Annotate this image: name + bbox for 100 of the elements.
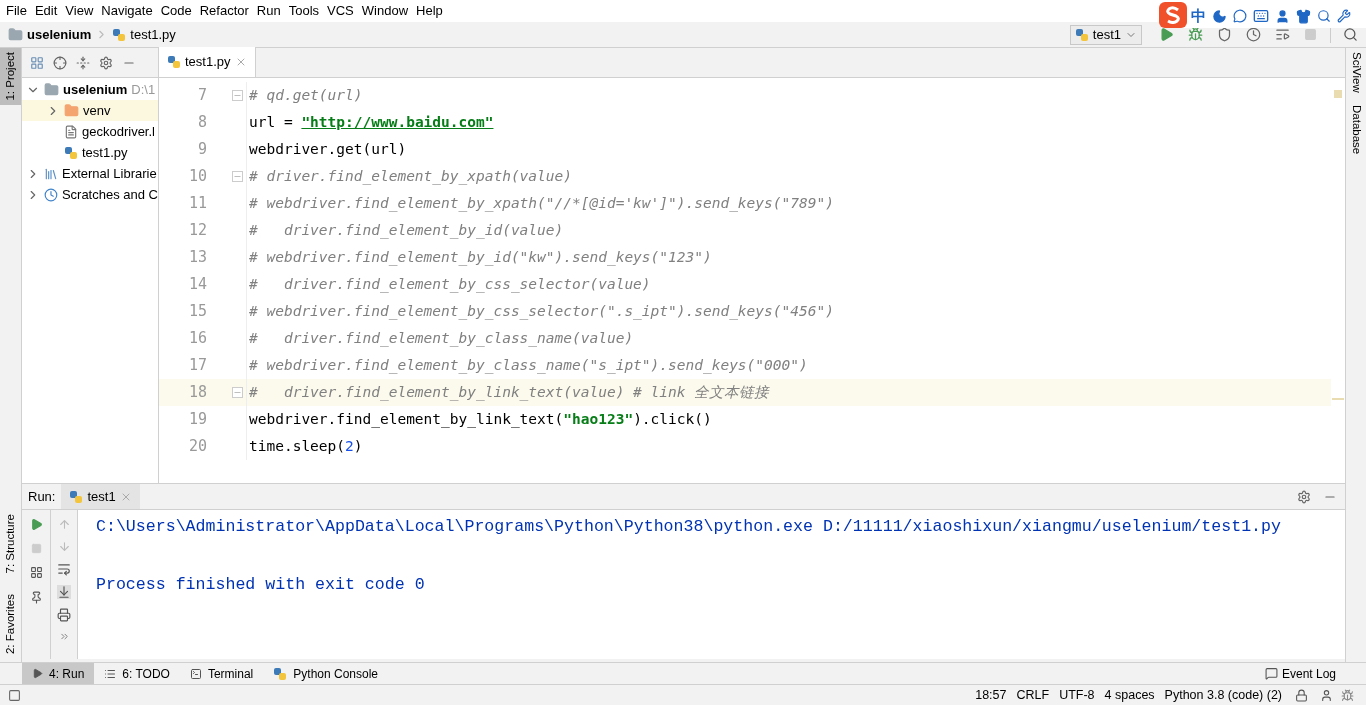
tree-item[interactable]: Scratches and C	[22, 184, 158, 205]
tool-window-tab[interactable]: 2: Favorites	[0, 589, 21, 658]
python-icon	[69, 489, 84, 504]
status-item[interactable]: 4 spaces	[1099, 685, 1160, 705]
editor-tab[interactable]: test1.py	[159, 47, 256, 77]
menu-item[interactable]: Edit	[30, 1, 62, 21]
bug-icon[interactable]	[1188, 27, 1203, 42]
user-icon[interactable]	[1275, 8, 1290, 24]
wrench-icon[interactable]	[1337, 9, 1351, 23]
menu-item[interactable]: Refactor	[195, 1, 253, 21]
settings-icon[interactable]	[99, 55, 113, 70]
shirt-icon[interactable]	[1296, 8, 1311, 24]
line-number: 18	[187, 382, 208, 404]
folder-icon	[64, 103, 79, 118]
library-icon	[44, 166, 58, 181]
search-icon[interactable]	[1343, 27, 1358, 42]
code-line: # webdriver.find_element_by_css_selector(".s_ipt").send_keys("456")	[248, 301, 834, 322]
menu-item[interactable]: View	[61, 1, 98, 21]
tool-window-tab[interactable]: Python Console	[263, 663, 389, 684]
moon-icon[interactable]	[1212, 8, 1227, 24]
python-icon	[112, 27, 127, 42]
settings-icon[interactable]	[1297, 489, 1311, 504]
inspection-marker	[1334, 90, 1342, 98]
menu-item[interactable]: Window	[357, 1, 413, 21]
breadcrumb-item[interactable]: test1.py	[130, 24, 176, 45]
project-path: D:\1	[131, 80, 156, 99]
line-number: 19	[187, 409, 208, 431]
line-number: 20	[187, 436, 208, 458]
status-item[interactable]: 18:57	[970, 685, 1012, 705]
console-output: C:\Users\Administrator\AppData\Local\Programs\Python\Python38\python.exe D:/11111/xiaoshixun/xiangmu/uselenium/test1.py	[96, 516, 1282, 538]
run-icon[interactable]	[1159, 27, 1174, 42]
tool-window-tab[interactable]: 6: TODO	[94, 663, 180, 684]
chat-icon	[1264, 667, 1278, 680]
tool-window-tab[interactable]: Database	[1347, 104, 1365, 154]
status-item[interactable]: CRLF	[1011, 685, 1055, 705]
menu-item[interactable]: Help	[412, 1, 447, 21]
line-number: 9	[196, 139, 208, 161]
run-icon	[32, 668, 43, 679]
line-number: 14	[187, 274, 208, 296]
ime-logo-icon[interactable]	[1159, 2, 1187, 28]
run-panel-title: Run:	[27, 487, 57, 506]
menu-item[interactable]: Tools	[284, 1, 324, 21]
breadcrumb-item[interactable]: uselenium	[27, 24, 92, 45]
ime-mode[interactable]: 中	[1191, 4, 1206, 28]
code-line: # webdriver.find_element_by_id("kw").send_keys("123")	[248, 247, 712, 268]
menu-item[interactable]: Run	[252, 1, 285, 21]
line-number: 13	[187, 247, 208, 269]
folder-icon	[44, 82, 59, 97]
layout-icon[interactable]	[29, 566, 43, 579]
tree-item[interactable]: geckodriver.l	[22, 121, 158, 142]
menu-item[interactable]: File	[2, 1, 31, 21]
line-number: 10	[187, 166, 208, 188]
line-number: 16	[187, 328, 208, 350]
code-line: # driver.find_element_by_class_name(value)	[248, 328, 634, 349]
run-icon[interactable]	[29, 518, 43, 531]
code-line: # driver.find_element_by_xpath(value)	[248, 166, 572, 187]
tree-item[interactable]: uselenium D:\1	[22, 79, 158, 100]
line-number: 7	[196, 85, 208, 107]
code-line: # driver.find_element_by_link_text(value) # link 全文本链接	[248, 382, 770, 403]
menu-item[interactable]: VCS	[323, 1, 358, 21]
folder-icon	[8, 27, 23, 42]
tool-window-tab[interactable]: 7: Structure	[0, 510, 21, 578]
search-icon[interactable]	[1317, 9, 1331, 23]
code-line: # webdriver.find_element_by_xpath("//*[@id='kw']").send_keys("789")	[248, 193, 834, 214]
tree-item[interactable]: External Librarie	[22, 163, 158, 184]
tool-window-tab[interactable]: 1: Project	[0, 48, 21, 105]
terminal-icon	[189, 667, 202, 680]
tool-window-tab[interactable]: Terminal	[179, 663, 264, 684]
lock-icon[interactable]	[1295, 688, 1308, 702]
code-line: # driver.find_element_by_css_selector(value)	[248, 274, 651, 295]
wrap-icon[interactable]	[57, 562, 71, 576]
run-tab[interactable]: test1	[61, 484, 140, 509]
keyboard-icon[interactable]	[1253, 8, 1269, 24]
tree-item[interactable]: test1.py	[22, 142, 158, 163]
python-icon	[167, 55, 181, 69]
tool-window-tab[interactable]: SciView	[1347, 52, 1365, 93]
line-marker	[1332, 398, 1344, 400]
printer-icon[interactable]	[57, 608, 71, 622]
status-item[interactable]: Python 3.8 (code) (2)	[1159, 685, 1287, 705]
status-item[interactable]: UTF-8	[1054, 685, 1100, 705]
tree-item[interactable]: venv	[22, 100, 158, 121]
line-number: 12	[187, 220, 208, 242]
run-config-dropdown[interactable]: test1	[1069, 24, 1142, 45]
line-number: 11	[187, 193, 208, 215]
scroll-to-end-icon[interactable]	[57, 585, 71, 599]
code-line: url = "http://www.baidu.com"	[248, 112, 494, 132]
menu-item[interactable]: Navigate	[97, 1, 157, 21]
line-number: 17	[187, 355, 208, 377]
collapse-icon[interactable]	[76, 55, 90, 70]
tool-window-tab[interactable]: 4: Run	[22, 663, 95, 684]
file-icon	[64, 124, 78, 139]
bug-icon[interactable]	[1341, 688, 1354, 702]
python-icon	[273, 666, 288, 681]
code-line: webdriver.find_element_by_link_text("hao123").click()	[248, 409, 712, 430]
console-output: Process finished with exit code 0	[96, 574, 426, 596]
menu-item[interactable]: Code	[156, 1, 196, 21]
event-log-tab[interactable]: Event Log	[1256, 664, 1344, 683]
pin-icon[interactable]	[29, 591, 43, 604]
line-number: 15	[187, 301, 208, 323]
locate-icon[interactable]	[53, 55, 67, 70]
